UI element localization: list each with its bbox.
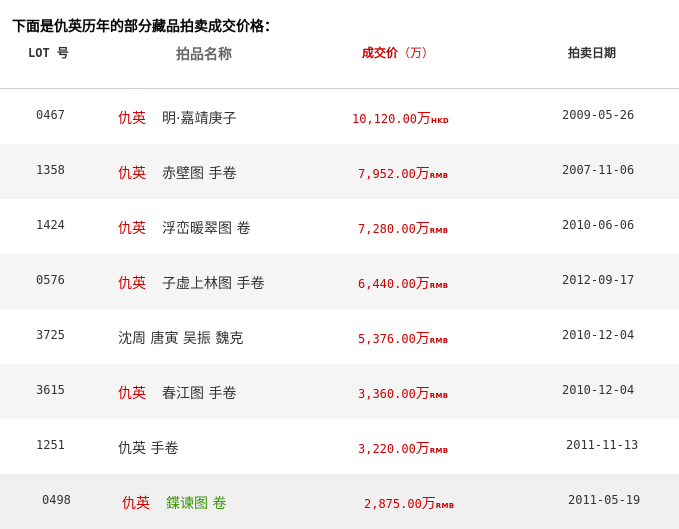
sale-date: 2011-05-19 xyxy=(568,493,641,507)
artist-name: 仇英 xyxy=(118,221,146,237)
table-row: 1358 仇英 赤壁图 手卷 7,952.00万RMB 2007-11-06 xyxy=(0,144,679,199)
artist-name: 仇英 xyxy=(118,166,146,182)
column-header-price-unit: （万） xyxy=(398,46,435,60)
column-header-date: 拍卖日期 xyxy=(568,46,617,60)
artwork-title: 子虚上林图 手卷 xyxy=(162,276,265,292)
artwork-title: 明·嘉靖庚子 xyxy=(162,111,237,127)
column-header-price: 成交价（万） xyxy=(362,44,434,61)
lot-number: 0498 xyxy=(42,493,71,507)
sale-date: 2011-11-13 xyxy=(566,438,639,452)
artist-name: 仇英 xyxy=(118,111,146,127)
artist-name: 沈周 唐寅 吴振 魏克 xyxy=(118,331,244,347)
artwork-title: 鍱谏图 卷 xyxy=(166,496,227,512)
artist-name: 仇英 xyxy=(118,386,146,402)
table-row: 1424 仇英 浮峦暖翠图 卷 7,280.00万RMB 2010-06-06 xyxy=(0,199,679,254)
artist-name: 仇英 手卷 xyxy=(118,441,179,457)
sale-date: 2010-12-04 xyxy=(562,383,635,397)
artwork-title: 浮峦暖翠图 卷 xyxy=(162,221,251,237)
lot-number: 1424 xyxy=(36,218,65,232)
sale-price: 2,875.00万RMB xyxy=(364,496,455,512)
artwork-title: 赤壁图 手卷 xyxy=(162,166,237,182)
lot-number: 1358 xyxy=(36,163,65,177)
sale-price: 6,440.00万RMB xyxy=(358,276,449,292)
sale-date: 2009-05-26 xyxy=(562,108,635,122)
lot-number: 3615 xyxy=(36,383,65,397)
table-row: 3615 仇英 春江图 手卷 3,360.00万RMB 2010-12-04 xyxy=(0,364,679,419)
sale-date: 2010-12-04 xyxy=(562,328,635,342)
lot-number: 1251 xyxy=(36,438,65,452)
sale-price: 3,360.00万RMB xyxy=(358,386,449,402)
lot-number: 0467 xyxy=(36,108,65,122)
column-header-name: 拍品名称 xyxy=(176,47,232,63)
sale-date: 2007-11-06 xyxy=(562,163,635,177)
auction-table: 0467 仇英 明·嘉靖庚子 10,120.00万HKD 2009-05-26 … xyxy=(0,89,679,529)
page-heading: 下面是仇英历年的部分藏品拍卖成交价格： xyxy=(12,19,278,35)
sale-date: 2012-09-17 xyxy=(562,273,635,287)
artist-name: 仇英 xyxy=(122,496,150,512)
sale-price: 5,376.00万RMB xyxy=(358,331,449,347)
lot-number: 0576 xyxy=(36,273,65,287)
sale-price: 3,220.00万RMB xyxy=(358,441,449,457)
sale-date: 2010-06-06 xyxy=(562,218,635,232)
table-row: 0467 仇英 明·嘉靖庚子 10,120.00万HKD 2009-05-26 xyxy=(0,89,679,144)
column-header-price-label: 成交价 xyxy=(362,46,399,60)
lot-number: 3725 xyxy=(36,328,65,342)
table-row: 1251 仇英 手卷 3,220.00万RMB 2011-11-13 xyxy=(0,419,679,474)
table-row: 3725 沈周 唐寅 吴振 魏克 5,376.00万RMB 2010-12-04 xyxy=(0,309,679,364)
sale-price: 10,120.00万HKD xyxy=(352,111,450,127)
sale-price: 7,952.00万RMB xyxy=(358,166,449,182)
sale-price: 7,280.00万RMB xyxy=(358,221,449,237)
column-header-lot: LOT 号 xyxy=(28,46,69,60)
table-row: 0576 仇英 子虚上林图 手卷 6,440.00万RMB 2012-09-17 xyxy=(0,254,679,309)
artist-name: 仇英 xyxy=(118,276,146,292)
artwork-title: 春江图 手卷 xyxy=(162,386,237,402)
